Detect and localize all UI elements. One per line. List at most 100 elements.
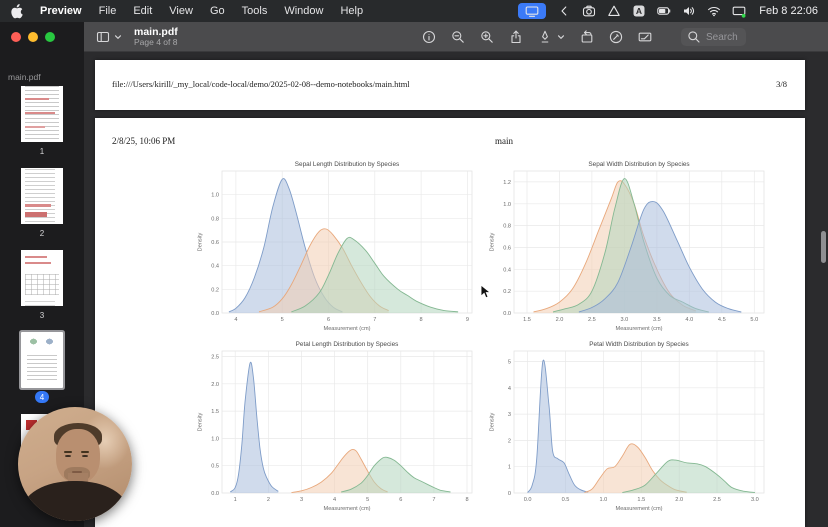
svg-text:0.4: 0.4 <box>211 264 219 270</box>
zoom-window-button[interactable] <box>45 32 55 42</box>
annotate-icon[interactable] <box>609 30 623 44</box>
footer-page-number: 3/8 <box>776 79 787 89</box>
svg-text:2.5: 2.5 <box>713 497 721 503</box>
menu-item-view[interactable]: View <box>169 5 193 17</box>
svg-text:Measurement (cm): Measurement (cm) <box>616 326 663 332</box>
svg-text:0.4: 0.4 <box>503 267 511 273</box>
zoom-out-icon[interactable] <box>451 30 465 44</box>
chevron-down-icon[interactable] <box>114 33 122 41</box>
pdf-page-4: 2/8/25, 10:06 PM main 4 5 6 7 8 9 0.0 0.2 0.4 0.6… <box>95 118 805 527</box>
chevron-left-icon[interactable] <box>557 4 571 18</box>
menu-item-go[interactable]: Go <box>210 5 225 17</box>
page-indicator: Page 4 of 8 <box>134 37 178 48</box>
svg-text:0.0: 0.0 <box>503 311 511 317</box>
thumbnail-page-1[interactable]: 1 <box>21 86 63 157</box>
share-icon[interactable] <box>509 30 523 44</box>
thumbnail-page-4[interactable]: 4 <box>21 332 63 403</box>
pdf-content-area: file:///Users/kirill/_my_local/code-loca… <box>84 52 828 527</box>
svg-text:7: 7 <box>373 317 376 323</box>
menu-item-window[interactable]: Window <box>284 5 323 17</box>
svg-text:Petal Width Distribution by Sp: Petal Width Distribution by Species <box>589 341 688 348</box>
search-field[interactable]: Search <box>681 28 746 46</box>
svg-text:0.8: 0.8 <box>211 216 219 222</box>
menu-item-edit[interactable]: Edit <box>133 5 152 17</box>
search-placeholder: Search <box>706 31 738 43</box>
thumbnail-image[interactable] <box>21 86 63 142</box>
zoom-in-icon[interactable] <box>480 30 494 44</box>
battery-icon[interactable] <box>657 4 671 18</box>
svg-text:Density: Density <box>198 232 204 251</box>
toolbar-title-block: main.pdf Page 4 of 8 <box>134 26 178 48</box>
sidebar-toggle-icon[interactable] <box>96 30 110 44</box>
webcam-brow <box>64 451 72 453</box>
svg-text:3.5: 3.5 <box>653 317 661 323</box>
close-window-button[interactable] <box>11 32 21 42</box>
webcam-overlay <box>18 407 132 521</box>
thumbnail-image[interactable] <box>21 250 63 306</box>
svg-text:1.5: 1.5 <box>523 317 531 323</box>
page4-header-timestamp: 2/8/25, 10:06 PM <box>112 136 176 146</box>
svg-text:4: 4 <box>508 386 511 392</box>
chart-sepal-length: 4 5 6 7 8 9 0.0 0.2 0.4 0.6 0.8 1.0 Sepal Length Dis… <box>195 158 480 334</box>
status-icons: A <box>518 3 746 19</box>
svg-text:4: 4 <box>333 497 336 503</box>
svg-text:Density: Density <box>490 412 496 431</box>
chart-petal-length: 1 2 3 4 5 6 7 8 0.0 0.5 1.0 1.5 2.0 2.5 Petal Length D… <box>195 338 480 514</box>
page4-header-title: main <box>495 136 513 146</box>
svg-text:3: 3 <box>300 497 303 503</box>
svg-text:5: 5 <box>508 360 511 366</box>
chart-petal-width: 0.0 0.5 1.0 1.5 2.0 2.5 3.0 0 1 2 3 4 5 Petal Width D… <box>487 338 772 514</box>
toolbar: main.pdf Page 4 of 8 Search <box>84 22 828 52</box>
thumbnail-page-2[interactable]: 2 <box>21 168 63 239</box>
thumbnail-page-number: 1 <box>39 146 45 156</box>
search-icon <box>687 30 701 44</box>
svg-text:Measurement (cm): Measurement (cm) <box>324 326 371 332</box>
menu-item-help[interactable]: Help <box>340 5 363 17</box>
apple-menu-icon[interactable] <box>10 3 23 19</box>
svg-text:6: 6 <box>399 497 402 503</box>
info-icon[interactable] <box>422 30 436 44</box>
svg-text:0.8: 0.8 <box>503 224 511 230</box>
markup-icon[interactable] <box>538 30 552 44</box>
form-icon[interactable] <box>638 30 652 44</box>
thumbnail-page-number: 4 <box>34 391 50 403</box>
thumbnail-image[interactable] <box>21 168 63 224</box>
menu-item-file[interactable]: File <box>99 5 117 17</box>
menu-item-preview[interactable]: Preview <box>40 5 82 17</box>
chart-sepal-width: 1.5 2.0 2.5 3.0 3.5 4.0 4.5 5.0 0.0 0.2 0.4 0.6 0.8 1… <box>487 158 772 334</box>
minimize-window-button[interactable] <box>28 32 38 42</box>
svg-text:0.6: 0.6 <box>503 246 511 252</box>
letter-a-icon[interactable]: A <box>632 4 646 18</box>
footer-url: file:///Users/kirill/_my_local/code-loca… <box>112 79 410 89</box>
chart-grid: 4 5 6 7 8 9 0.0 0.2 0.4 0.6 0.8 1.0 Sepal Length Dis… <box>195 158 772 514</box>
display-record-icon[interactable] <box>732 4 746 18</box>
toolbar-icons: Search <box>422 22 746 52</box>
menu-clock[interactable]: Feb 8 22:06 <box>759 5 818 17</box>
thumbnail-page-3[interactable]: 3 <box>21 250 63 321</box>
svg-text:2: 2 <box>508 438 511 444</box>
svg-text:6: 6 <box>327 317 330 323</box>
shape-triangle-icon[interactable] <box>607 4 621 18</box>
pdf-page-3: file:///Users/kirill/_my_local/code-loca… <box>95 60 805 110</box>
svg-text:0.0: 0.0 <box>211 491 219 497</box>
menu-bar-status: A Feb 8 22:06 <box>518 3 818 19</box>
svg-text:4: 4 <box>234 317 237 323</box>
rotate-icon[interactable] <box>580 30 594 44</box>
chevron-down-icon[interactable] <box>557 33 565 41</box>
thumbnail-image[interactable] <box>21 332 63 388</box>
svg-text:4.5: 4.5 <box>718 317 726 323</box>
svg-text:2.0: 2.0 <box>556 317 564 323</box>
camera-icon[interactable] <box>582 4 596 18</box>
svg-text:0.6: 0.6 <box>211 240 219 246</box>
volume-icon[interactable] <box>682 4 696 18</box>
svg-text:3.0: 3.0 <box>751 497 759 503</box>
menu-item-tools[interactable]: Tools <box>242 5 268 17</box>
svg-text:1.2: 1.2 <box>503 180 511 186</box>
screen-mirror-icon[interactable] <box>518 3 547 19</box>
svg-text:7: 7 <box>432 497 435 503</box>
svg-text:2.5: 2.5 <box>588 317 596 323</box>
svg-text:1.0: 1.0 <box>211 436 219 442</box>
svg-text:0.2: 0.2 <box>211 287 219 293</box>
vertical-scrollbar-thumb[interactable] <box>821 231 826 263</box>
wifi-icon[interactable] <box>707 4 721 18</box>
